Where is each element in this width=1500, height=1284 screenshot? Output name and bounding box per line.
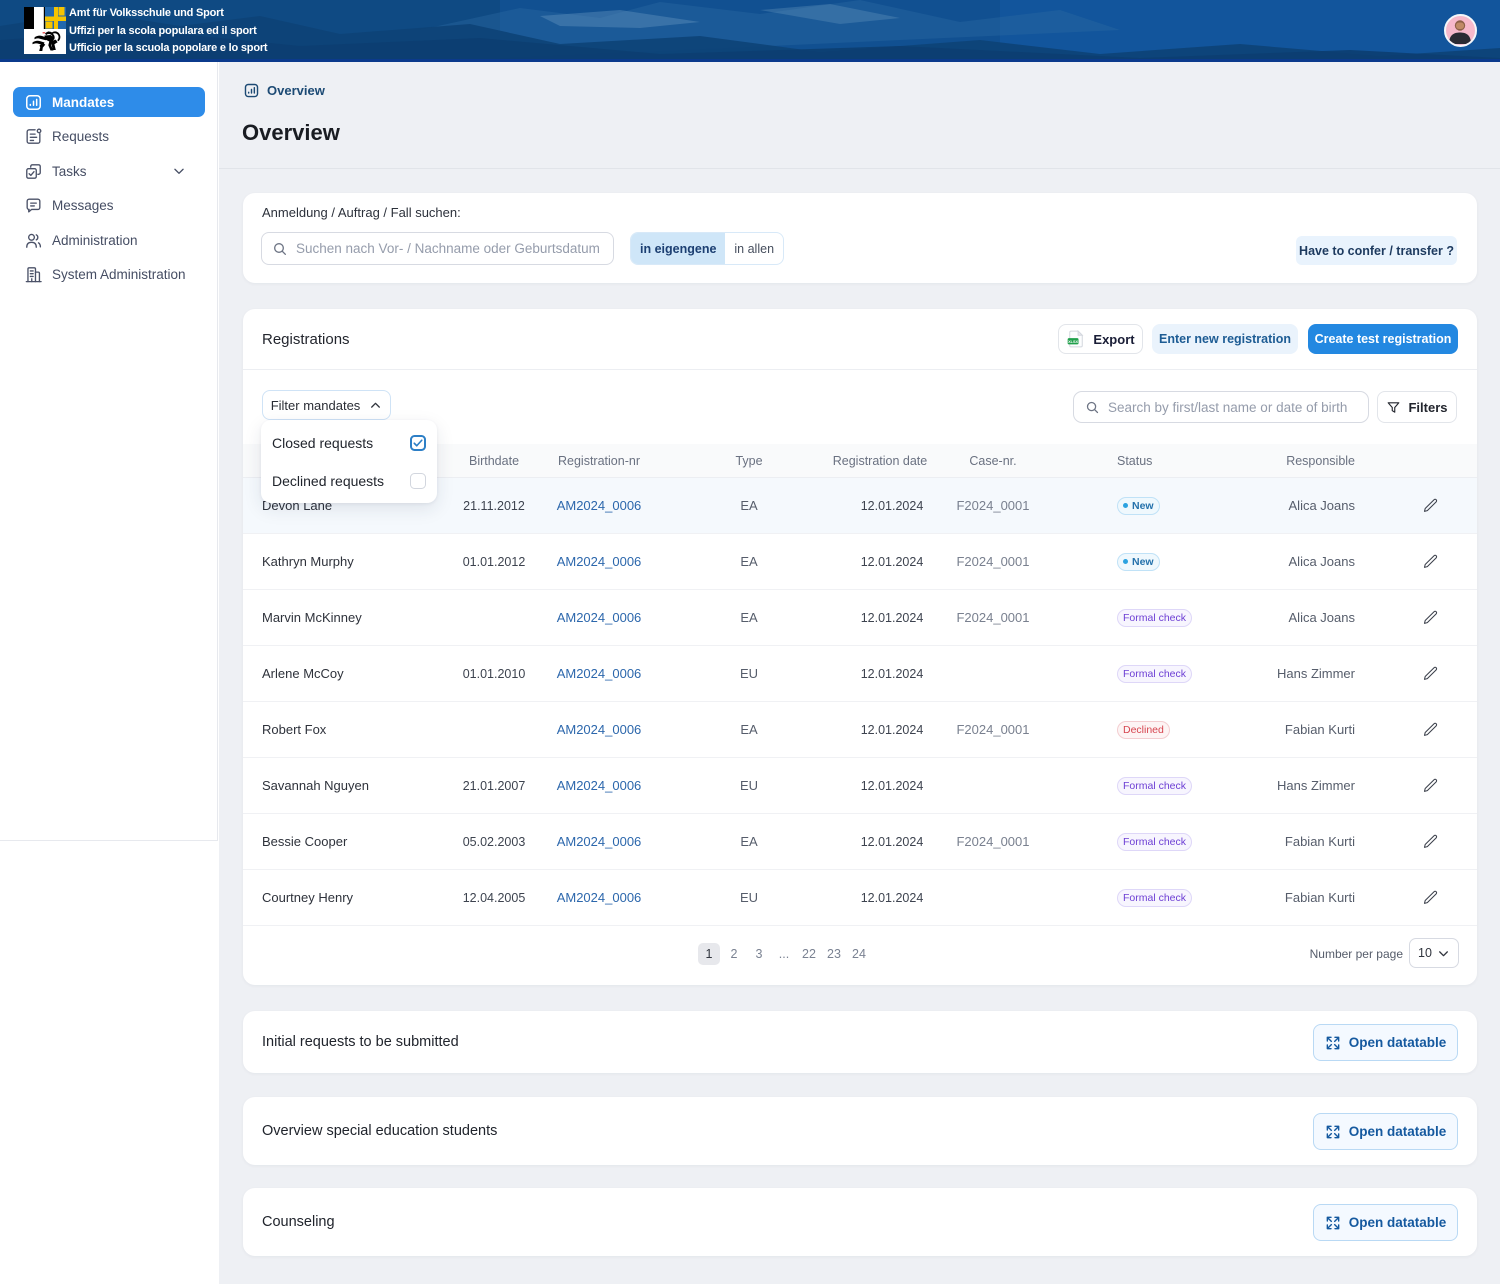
svg-text:XLSX: XLSX <box>1068 340 1078 344</box>
